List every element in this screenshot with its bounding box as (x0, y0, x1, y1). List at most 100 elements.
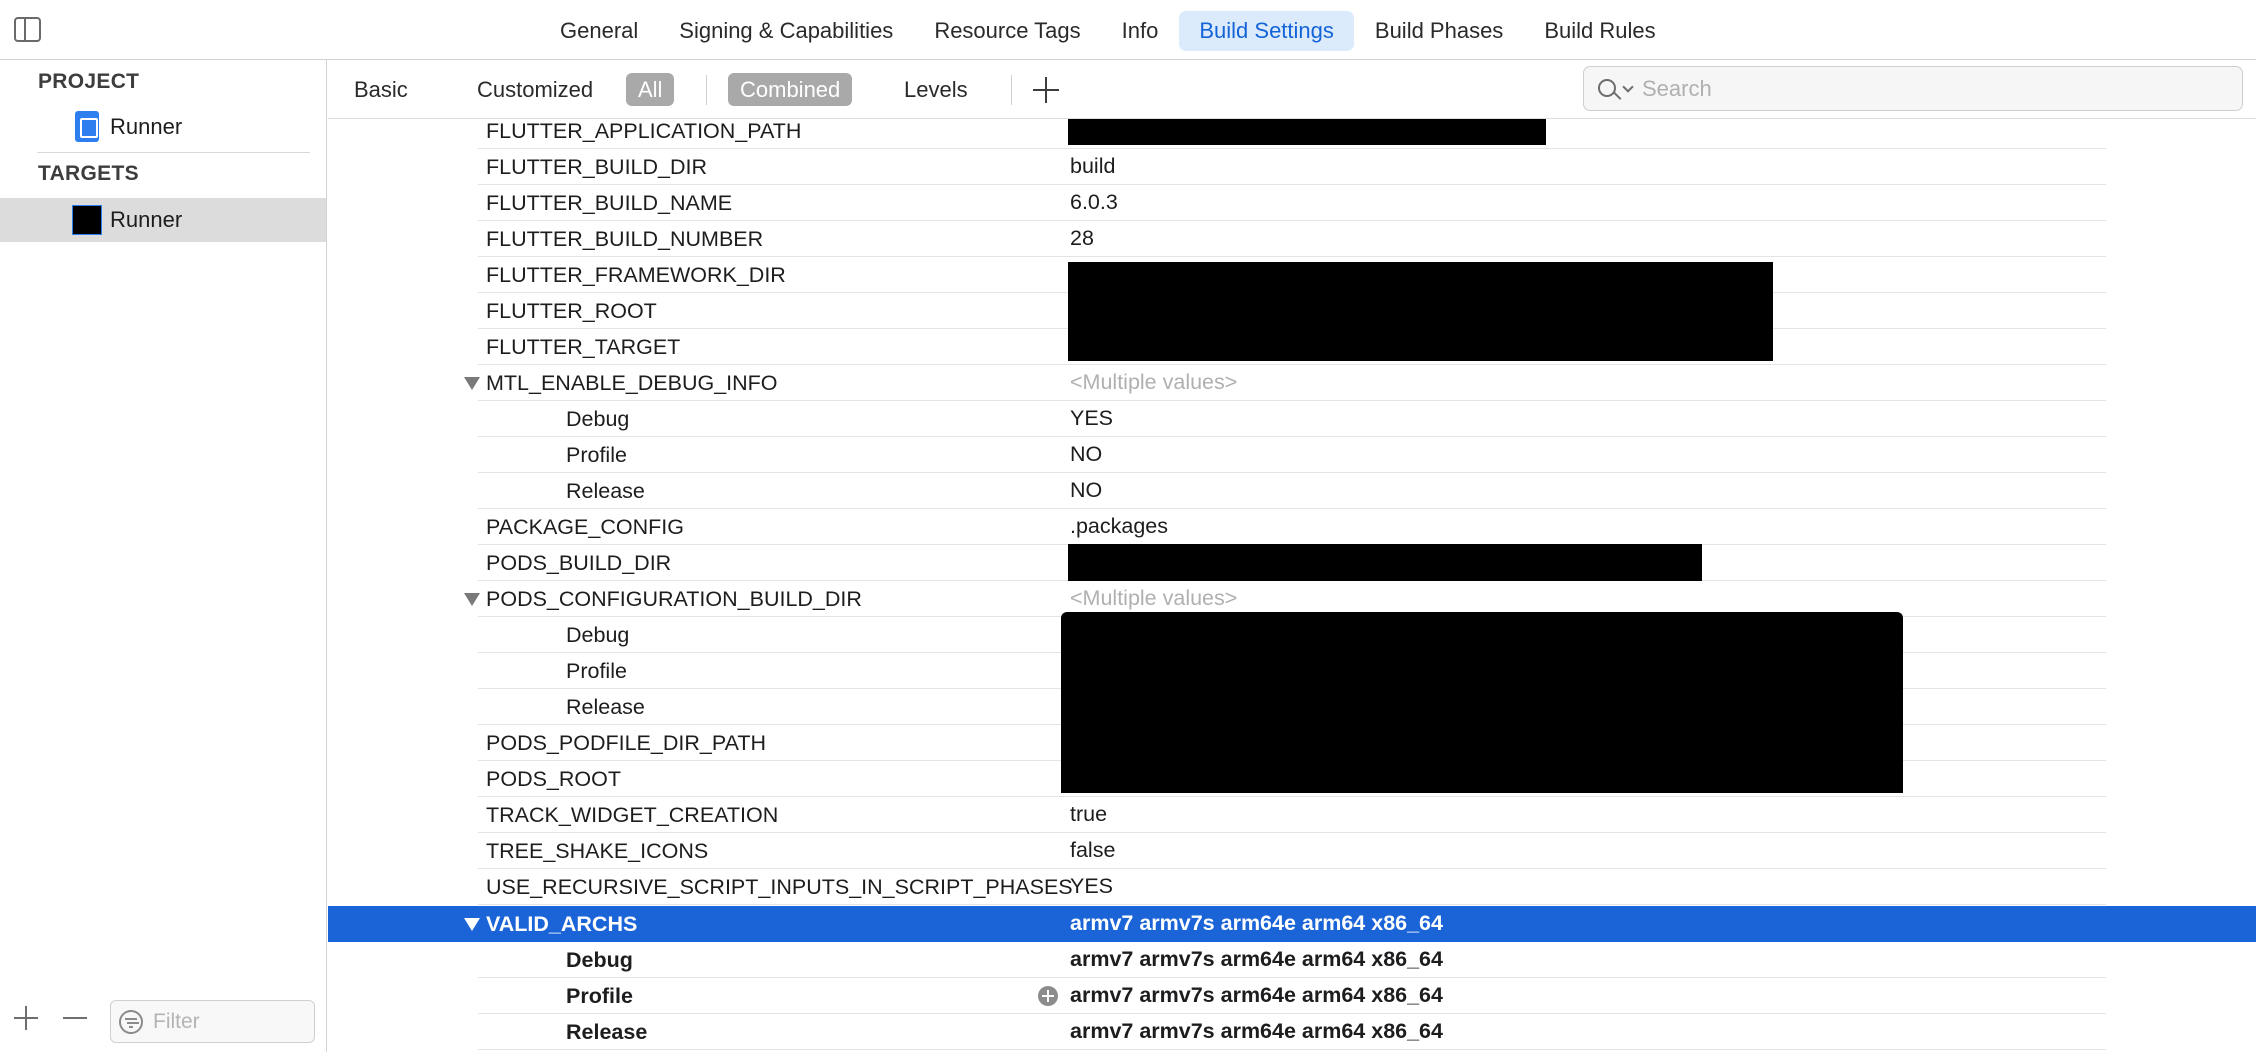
filterbar-divider (1011, 75, 1012, 105)
navigator-footer (0, 992, 326, 1052)
setting-name: FLUTTER_BUILD_DIR (486, 155, 708, 179)
setting-value: .packages (1070, 514, 1169, 538)
filter-basic-button[interactable]: Basic (342, 73, 420, 106)
setting-name: PODS_PODFILE_DIR_PATH (486, 731, 766, 755)
add-target-icon[interactable] (14, 1006, 38, 1030)
setting-value: NO (1070, 442, 1103, 466)
setting-name: PODS_BUILD_DIR (486, 551, 672, 575)
add-build-setting-icon[interactable] (1033, 77, 1059, 103)
chevron-down-icon (1622, 81, 1634, 93)
config-name: Debug (566, 623, 630, 647)
setting-value: armv7 armv7s arm64e arm64 x86_64 (1070, 947, 1443, 971)
setting-name: FLUTTER_BUILD_NAME (486, 191, 733, 215)
config-name: Release (566, 479, 645, 503)
build-settings-search[interactable] (1583, 66, 2243, 111)
setting-row-config[interactable]: Profile NO (328, 437, 2256, 473)
remove-target-icon[interactable] (63, 1017, 87, 1019)
view-combined-button[interactable]: Combined (728, 73, 853, 106)
tab-general[interactable]: General (540, 11, 658, 51)
config-name: Profile (566, 443, 627, 467)
app-target-icon (72, 205, 102, 235)
setting-value: armv7 armv7s arm64e arm64 x86_64 (1070, 911, 1443, 935)
setting-row[interactable]: PACKAGE_CONFIG .packages (328, 509, 2256, 545)
setting-value: <Multiple values> (1070, 586, 1238, 610)
editor-tab-bar: General Signing & Capabilities Resource … (0, 0, 2256, 60)
tab-info[interactable]: Info (1102, 11, 1179, 51)
filter-customized-button[interactable]: Customized (465, 73, 605, 106)
setting-row[interactable]: USE_RECURSIVE_SCRIPT_INPUTS_IN_SCRIPT_PH… (328, 869, 2256, 905)
redaction-block (1068, 544, 1702, 581)
setting-row[interactable]: TREE_SHAKE_ICONS false (328, 833, 2256, 869)
setting-row-config[interactable]: Profile armv7 armv7s arm64e arm64 x86_64 (328, 978, 2256, 1014)
setting-name: PODS_ROOT (486, 767, 621, 791)
tab-build-phases[interactable]: Build Phases (1355, 11, 1523, 51)
project-navigator: PROJECT Runner TARGETS Runner (0, 60, 327, 1052)
setting-row[interactable]: TRACK_WIDGET_CREATION true (328, 797, 2256, 833)
setting-row-group[interactable]: MTL_ENABLE_DEBUG_INFO <Multiple values> (328, 365, 2256, 401)
tab-resource-tags[interactable]: Resource Tags (914, 11, 1100, 51)
disclosure-triangle-icon[interactable] (464, 918, 480, 931)
xcode-project-icon (75, 111, 99, 142)
config-name: Debug (566, 407, 630, 431)
tab-build-settings[interactable]: Build Settings (1179, 11, 1354, 51)
build-settings-filter-bar: Basic Customized All Combined Levels (328, 61, 2256, 119)
setting-value: build (1070, 154, 1116, 178)
setting-name: VALID_ARCHS (486, 912, 638, 936)
setting-row-config[interactable]: Release NO (328, 473, 2256, 509)
redaction-block (1068, 119, 1546, 145)
setting-row[interactable]: FLUTTER_BUILD_NUMBER 28 (328, 221, 2256, 257)
setting-name: USE_RECURSIVE_SCRIPT_INPUTS_IN_SCRIPT_PH… (486, 875, 1073, 899)
search-input[interactable] (1642, 67, 2232, 110)
nav-project-runner[interactable]: Runner (0, 105, 326, 149)
redaction-block (1061, 612, 1903, 793)
config-name: Profile (566, 984, 633, 1008)
view-levels-button[interactable]: Levels (892, 73, 980, 106)
navigator-filter-input[interactable] (153, 1001, 308, 1042)
sidebar-toggle-icon[interactable] (14, 17, 41, 42)
setting-name: FLUTTER_APPLICATION_PATH (486, 119, 802, 143)
setting-name: FLUTTER_ROOT (486, 299, 657, 323)
setting-value: YES (1070, 406, 1114, 430)
setting-name: PACKAGE_CONFIG (486, 515, 684, 539)
setting-name: FLUTTER_BUILD_NUMBER (486, 227, 764, 251)
setting-row-config[interactable]: Debug YES (328, 401, 2256, 437)
setting-value: false (1070, 838, 1116, 862)
setting-name: PODS_CONFIGURATION_BUILD_DIR (486, 587, 862, 611)
disclosure-triangle-icon[interactable] (464, 377, 480, 390)
setting-name: FLUTTER_FRAMEWORK_DIR (486, 263, 786, 287)
nav-target-label: Runner (110, 207, 183, 232)
disclosure-triangle-icon[interactable] (464, 593, 480, 606)
setting-row-group-selected[interactable]: VALID_ARCHS armv7 armv7s arm64e arm64 x8… (328, 906, 2256, 942)
filterbar-divider (706, 75, 707, 105)
setting-value: YES (1070, 874, 1114, 898)
setting-value: NO (1070, 478, 1103, 502)
search-icon (1598, 79, 1616, 97)
setting-value: 6.0.3 (1070, 190, 1118, 214)
setting-value: <Multiple values> (1070, 370, 1238, 394)
config-name: Profile (566, 659, 627, 683)
filter-all-button[interactable]: All (626, 73, 675, 106)
editor-tabs: General Signing & Capabilities Resource … (540, 11, 1677, 51)
setting-row[interactable]: FLUTTER_BUILD_NAME 6.0.3 (328, 185, 2256, 221)
setting-row[interactable]: FLUTTER_BUILD_DIR build (328, 149, 2256, 185)
setting-value: armv7 armv7s arm64e arm64 x86_64 (1070, 1019, 1443, 1043)
navigator-filter[interactable] (110, 1000, 315, 1043)
setting-value: 28 (1070, 226, 1094, 250)
setting-row-config[interactable]: Release armv7 armv7s arm64e arm64 x86_64 (328, 1014, 2256, 1050)
nav-target-runner[interactable]: Runner (0, 198, 326, 242)
add-condition-icon[interactable] (1038, 986, 1058, 1006)
tab-build-rules[interactable]: Build Rules (1524, 11, 1675, 51)
nav-project-label: Runner (110, 114, 183, 139)
project-section-header: PROJECT (38, 70, 140, 93)
setting-name: TREE_SHAKE_ICONS (486, 839, 709, 863)
setting-name: MTL_ENABLE_DEBUG_INFO (486, 371, 778, 395)
setting-value: true (1070, 802, 1108, 826)
config-name: Release (566, 695, 645, 719)
setting-value: armv7 armv7s arm64e arm64 x86_64 (1070, 983, 1443, 1007)
tab-signing-capabilities[interactable]: Signing & Capabilities (659, 11, 913, 51)
navigator-divider (37, 152, 310, 153)
config-name: Debug (566, 948, 633, 972)
build-settings-table: FLUTTER_APPLICATION_PATH FLUTTER_BUILD_D… (328, 119, 2256, 1052)
targets-section-header: TARGETS (38, 162, 139, 185)
setting-row-config[interactable]: Debug armv7 armv7s arm64e arm64 x86_64 (328, 942, 2256, 978)
